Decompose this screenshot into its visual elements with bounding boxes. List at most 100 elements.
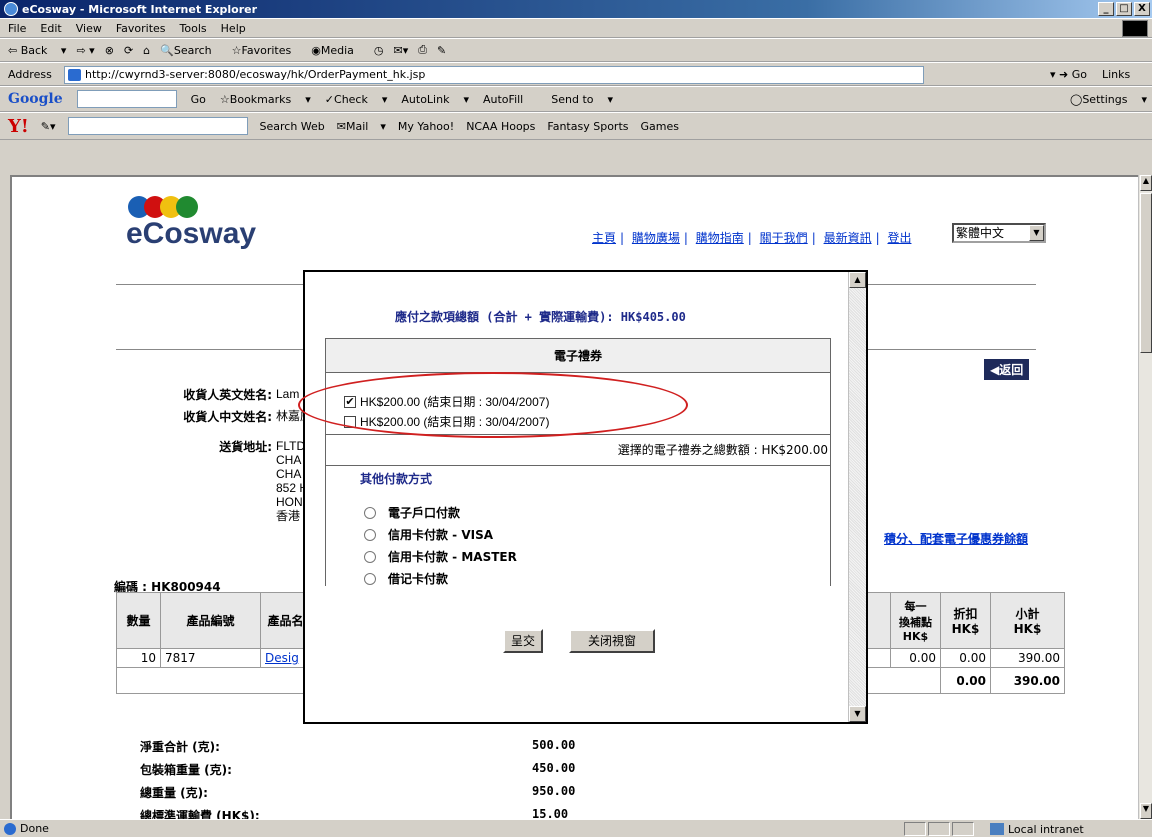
forward-button[interactable]: ⇨ ▾ [76, 44, 94, 57]
nav-guide[interactable]: 購物指南 [696, 231, 744, 245]
menu-edit[interactable]: Edit [40, 22, 61, 35]
yahoo-toolbar: Y! ✎▾ Search Web ✉Mail ▾ My Yahoo! NCAA H… [0, 112, 1152, 140]
address-label: Address [8, 67, 52, 81]
media-button[interactable]: ◉Media [311, 44, 364, 57]
ie-icon [4, 2, 18, 16]
voucher-checkbox-2[interactable] [344, 415, 356, 428]
close-button[interactable]: X [1134, 2, 1150, 16]
language-select[interactable]: 繁體中文 ▼ [952, 223, 1046, 243]
scroll-down-icon[interactable]: ▼ [1140, 803, 1152, 819]
ecosway-logo-icon[interactable] [128, 196, 198, 218]
pay-option-account[interactable]: 電子戶口付款 [364, 504, 460, 521]
address-input[interactable]: http://cwyrnd3-server:8080/ecosway/hk/Or… [64, 66, 924, 84]
yahoo-logo[interactable]: Y! [8, 116, 29, 137]
address-bar: Address http://cwyrnd3-server:8080/ecosw… [0, 62, 1152, 86]
col-subtotal: 小計 HK$ [990, 592, 1065, 649]
security-zone: Local intranet [990, 822, 1084, 836]
games-button[interactable]: Games [641, 120, 679, 133]
box-weight-label: 包裝箱重量 (克): [140, 763, 232, 777]
shipping-fee-value: 15.00 [532, 807, 569, 819]
standard-toolbar: ⇦ Back ▾ ⇨ ▾ ⊗ ⟳ ⌂ 🔍Search ☆Favorites ◉M… [0, 38, 1152, 62]
radio-button[interactable] [364, 572, 376, 585]
stop-icon[interactable]: ⊗ [105, 44, 114, 57]
nav-about[interactable]: 關于我們 [760, 231, 808, 245]
col-code: 產品編號 [160, 592, 261, 649]
yahoo-search-input[interactable] [67, 117, 248, 135]
scroll-up-icon[interactable]: ▲ [1140, 175, 1152, 191]
other-payment-panel: 其他付款方式 電子戶口付款 信用卡付款 - VISA 信用卡付款 - MASTE… [325, 466, 831, 586]
bookmarks-button[interactable]: ☆Bookmarks ▾ [220, 93, 311, 106]
maximize-button[interactable]: □ [1116, 2, 1132, 16]
close-window-button[interactable]: 关闭視窗 [569, 629, 655, 653]
print-icon[interactable]: ⎙ [418, 43, 427, 57]
radio-button[interactable] [364, 506, 376, 519]
refresh-icon[interactable]: ⟳ [124, 44, 133, 57]
menu-favorites[interactable]: Favorites [116, 22, 166, 35]
pencil-icon[interactable]: ✎▾ [41, 120, 56, 133]
back-button[interactable]: ⇦ Back ▾ [8, 44, 66, 57]
menu-bar: File Edit View Favorites Tools Help [0, 18, 1152, 38]
radio-button[interactable] [364, 550, 376, 563]
menu-help[interactable]: Help [221, 22, 246, 35]
google-search-input[interactable] [76, 90, 177, 108]
radio-button[interactable] [364, 528, 376, 541]
ecosway-logo[interactable]: eCosway [126, 217, 256, 251]
search-web-button[interactable]: Search Web [260, 120, 325, 133]
payment-dialog: 應付之款項總額 (合計 + 實際運輸費): HK$405.00 電子禮券 ✔ H… [303, 270, 868, 724]
dialog-scrollbar[interactable]: ▲ ▼ [848, 272, 866, 722]
address-url: http://cwyrnd3-server:8080/ecosway/hk/Or… [85, 68, 426, 81]
voucher-panel: 電子禮券 ✔ HK$200.00 (結束日期 : 30/04/2007) HK$… [325, 338, 831, 466]
edit-icon[interactable]: ✎ [437, 44, 446, 57]
pay-option-visa[interactable]: 信用卡付款 - VISA [364, 526, 493, 543]
return-button[interactable]: ◀返回 [984, 359, 1030, 380]
col-discount: 折扣 HK$ [940, 592, 991, 649]
top-nav: 主頁 | 購物廣場 | 購物指南 | 關于我們 | 最新資訊 | 登出 [592, 231, 912, 245]
mail-icon[interactable]: ✉▾ [393, 44, 408, 57]
nav-news[interactable]: 最新資訊 [824, 231, 872, 245]
promo-balance-link[interactable]: 積分、配套電子優惠券餘額 [884, 530, 1028, 547]
page-scrollbar[interactable]: ▲ ▼ [1138, 175, 1152, 819]
mail-button[interactable]: ✉Mail ▾ [337, 120, 386, 133]
google-toolbar: Google Go ☆Bookmarks ▾ ✓Check ▾ AutoLink ▾ … [0, 86, 1152, 112]
nav-shop[interactable]: 購物廣場 [632, 231, 680, 245]
google-logo[interactable]: Google [8, 91, 63, 107]
scroll-up-icon[interactable]: ▲ [849, 272, 866, 288]
voucher-option-1[interactable]: ✔ HK$200.00 (結束日期 : 30/04/2007) [344, 393, 549, 410]
voucher-checkbox-1[interactable]: ✔ [344, 395, 356, 408]
fantasy-button[interactable]: Fantasy Sports [547, 120, 628, 133]
shipping-fee-label: 總標準運輸費 (HK$): [140, 809, 260, 819]
scrollbar-thumb[interactable] [1140, 193, 1152, 353]
scroll-down-icon[interactable]: ▼ [849, 706, 866, 722]
sendto-button[interactable]: Send to ▾ [551, 93, 613, 106]
chevron-down-icon: ▼ [1029, 225, 1044, 241]
autolink-button[interactable]: AutoLink ▾ [401, 93, 469, 106]
settings-button[interactable]: ◯Settings ▾ [1070, 93, 1147, 106]
favorites-button[interactable]: ☆Favorites [232, 44, 302, 57]
my-yahoo-button[interactable]: My Yahoo! [398, 120, 454, 133]
history-icon[interactable]: ◷ [374, 44, 384, 57]
home-icon[interactable]: ⌂ [143, 44, 150, 57]
nav-logout[interactable]: 登出 [887, 231, 911, 245]
menu-file[interactable]: File [8, 22, 26, 35]
search-button[interactable]: 🔍Search [160, 44, 222, 57]
pay-option-debit[interactable]: 借记卡付款 [364, 570, 448, 587]
windows-logo-icon [1122, 20, 1148, 37]
voucher-option-2[interactable]: HK$200.00 (結束日期 : 30/04/2007) [344, 413, 549, 430]
net-weight-label: 淨重合計 (克): [140, 740, 220, 754]
links-button[interactable]: Links [1102, 68, 1130, 81]
window-title: eCosway - Microsoft Internet Explorer [22, 2, 258, 16]
go-button[interactable]: ▾ ➜ Go [1050, 68, 1087, 81]
submit-button[interactable]: 呈交 [503, 629, 543, 653]
box-weight-value: 450.00 [532, 761, 576, 775]
pay-option-master[interactable]: 信用卡付款 - MASTER [364, 548, 517, 565]
autofill-button[interactable]: AutoFill [483, 93, 537, 106]
google-go-button[interactable]: Go [191, 93, 206, 106]
menu-tools[interactable]: Tools [180, 22, 207, 35]
check-button[interactable]: ✓Check ▾ [325, 93, 388, 106]
total-weight-label: 總重量 (克): [140, 786, 208, 800]
nav-home[interactable]: 主頁 [592, 231, 616, 245]
menu-view[interactable]: View [76, 22, 102, 35]
col-points: 每一 換補點 HK$ [890, 592, 941, 649]
ncaa-button[interactable]: NCAA Hoops [466, 120, 535, 133]
minimize-button[interactable]: _ [1098, 2, 1114, 16]
